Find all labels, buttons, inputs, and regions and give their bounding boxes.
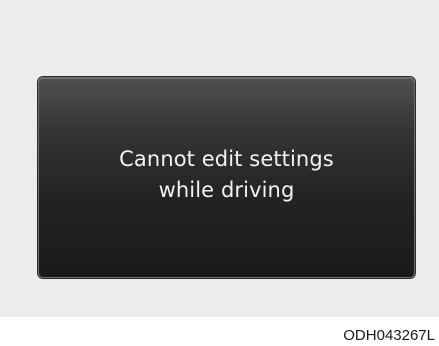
- display-screen: Cannot edit settings while driving: [38, 77, 415, 278]
- message-line-1: Cannot edit settings: [119, 146, 334, 171]
- warning-message: Cannot edit settings while driving: [119, 144, 334, 206]
- figure-code: ODH043267L: [343, 327, 435, 344]
- message-line-2: while driving: [158, 177, 295, 202]
